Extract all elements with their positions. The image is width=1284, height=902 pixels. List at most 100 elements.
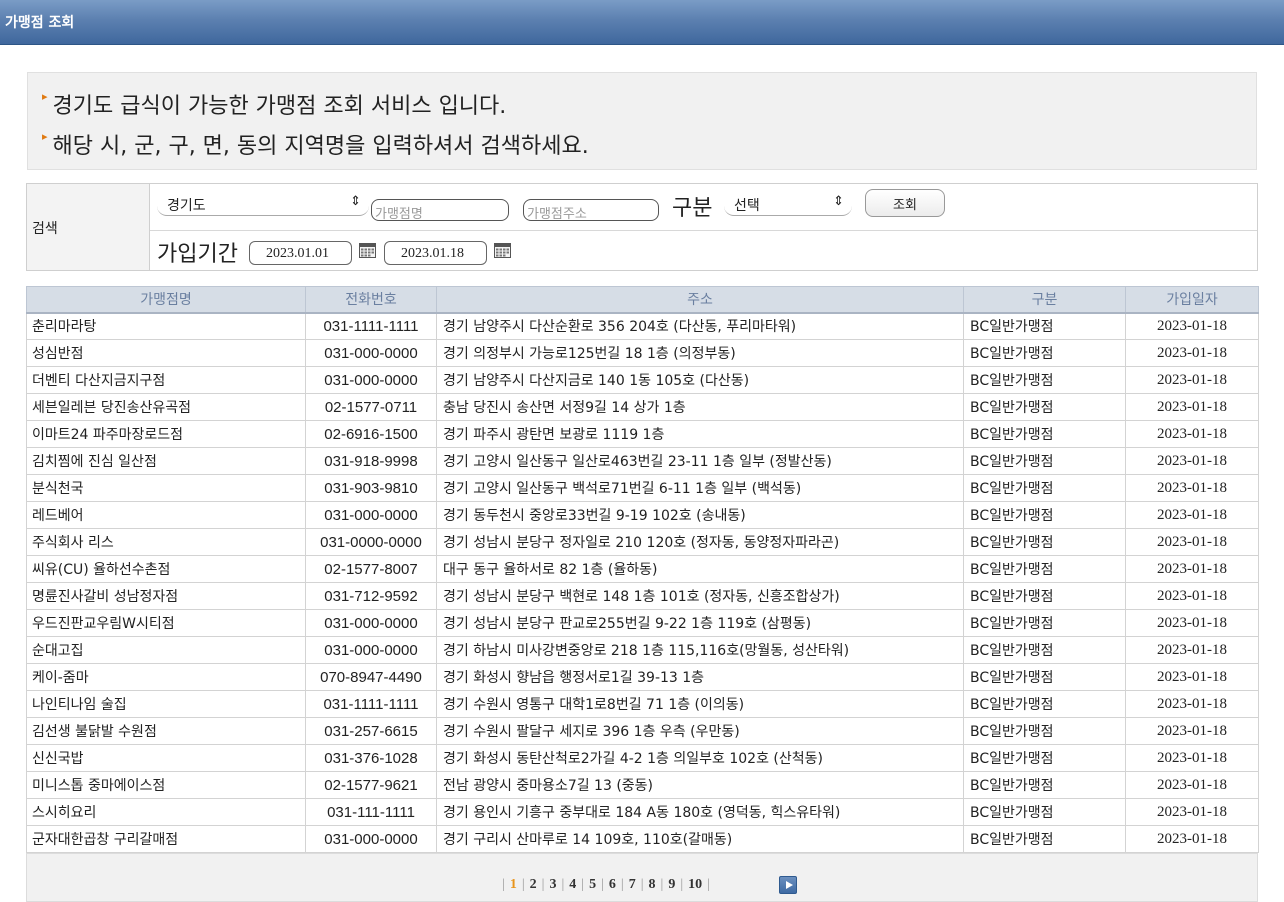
phone-cell: 070-8947-4490: [305, 663, 437, 691]
phone-cell: 031-257-6615: [305, 717, 437, 745]
table-row[interactable]: 김치찜에 진심 일산점 031-918-9998 경기 고양시 일산동구 일산로46…: [26, 447, 1259, 475]
join-date-cell: 2023-01-18: [1125, 663, 1259, 691]
table-row[interactable]: 분식천국 031-903-9810 경기 고양시 일산동구 백석로71번길 6-11…: [26, 474, 1259, 502]
period-label: 가입기간: [157, 242, 238, 267]
category-select[interactable]: 선택 ⇕: [724, 192, 852, 216]
table-row[interactable]: 순대고집 031-000-0000 경기 하남시 미사강변중앙로 218 1층 11…: [26, 636, 1259, 664]
address-cell: 경기 수원시 팔달구 세지로 396 1층 우측 (우만동): [436, 717, 964, 745]
calendar-icon[interactable]: [359, 243, 376, 258]
category-cell: BC일반가맹점: [963, 528, 1126, 556]
store-name-cell: 분식천국: [26, 474, 306, 502]
address-cell: 경기 하남시 미사강변중앙로 218 1층 115,116호(망월동, 성산타워…: [436, 636, 964, 664]
page-link-7[interactable]: 7: [629, 877, 636, 892]
table-row[interactable]: 성심반점 031-000-0000 경기 의정부시 가능로125번길 18 1층 (…: [26, 339, 1259, 367]
select-arrows-icon: ⇕: [833, 194, 844, 209]
table-row[interactable]: 세븐일레븐 당진송산유곡점 02-1577-0711 충남 당진시 송산면 서정9길…: [26, 393, 1259, 421]
table-row[interactable]: 김선생 불닭발 수원점 031-257-6615 경기 수원시 팔달구 세지로 39…: [26, 717, 1259, 745]
address-cell: 경기 동두천시 중앙로33번길 9-19 102호 (송내동): [436, 501, 964, 529]
table-row[interactable]: 더벤티 다산지금지구점 031-000-0000 경기 남양주시 다산지금로 140…: [26, 366, 1259, 394]
join-date-cell: 2023-01-18: [1125, 555, 1259, 583]
address-cell: 전남 광양시 중마용소7길 13 (중동): [436, 771, 964, 799]
page-link-1[interactable]: 1: [510, 877, 517, 892]
category-cell: BC일반가맹점: [963, 366, 1126, 394]
date-from-input[interactable]: 2023.01.01: [249, 241, 352, 265]
page-separator: |: [707, 877, 710, 892]
table-row[interactable]: 스시히요리 031-111-1111 경기 용인시 기흥구 중부대로 184 A동 …: [26, 798, 1259, 826]
page-link-3[interactable]: 3: [549, 877, 556, 892]
page-link-9[interactable]: 9: [668, 877, 675, 892]
title-bar: 가맹점 조회: [0, 0, 1284, 45]
bullet-icon: ▸: [42, 90, 48, 103]
phone-cell: 031-376-1028: [305, 744, 437, 772]
phone-cell: 031-000-0000: [305, 636, 437, 664]
address-cell: 경기 화성시 향남읍 행정서로1길 39-13 1층: [436, 663, 964, 691]
page-link-4[interactable]: 4: [569, 877, 576, 892]
store-address-input[interactable]: 가맹점주소: [523, 199, 659, 222]
table-row[interactable]: 춘리마라탕 031-1111-1111 경기 남양주시 다산순환로 356 204호…: [26, 312, 1259, 340]
page-list: | 1 | 2 | 3 | 4 | 5 | 6 | 7 | 8 | 9 | 10 |: [497, 877, 715, 893]
address-cell: 경기 파주시 광탄면 보광로 1119 1층: [436, 420, 964, 448]
phone-cell: 02-1577-8007: [305, 555, 437, 583]
join-date-cell: 2023-01-18: [1125, 366, 1259, 394]
table-row[interactable]: 레드베어 031-000-0000 경기 동두천시 중앙로33번길 9-19 102…: [26, 501, 1259, 529]
window-title: 가맹점 조회: [5, 15, 75, 31]
table-header-row: 가맹점명 전화번호 주소 구분 가입일자: [26, 286, 1259, 314]
region-select[interactable]: 경기도 ⇕: [157, 192, 369, 216]
category-cell: BC일반가맹점: [963, 501, 1126, 529]
page-separator: |: [660, 877, 664, 892]
table-row[interactable]: 명륜진사갈비 성남정자점 031-712-9592 경기 성남시 분당구 백현로 1…: [26, 582, 1259, 610]
page-link-10[interactable]: 10: [688, 877, 702, 892]
notice-line-2: ▸ 해당 시, 군, 구, 면, 동의 지역명을 입력하셔서 검색하세요.: [42, 130, 589, 159]
table-row[interactable]: 미니스톱 중마에이스점 02-1577-9621 전남 광양시 중마용소7길 13 …: [26, 771, 1259, 799]
search-label-cell: 검색: [27, 184, 150, 270]
table-row[interactable]: 케이-줌마 070-8947-4490 경기 화성시 향남읍 행정서로1길 39-1…: [26, 663, 1259, 691]
search-button[interactable]: 조회: [865, 189, 945, 217]
address-cell: 경기 남양주시 다산순환로 356 204호 (다산동, 푸리마타워): [436, 312, 964, 340]
category-cell: BC일반가맹점: [963, 555, 1126, 583]
join-date-cell: 2023-01-18: [1125, 636, 1259, 664]
table-row[interactable]: 주식회사 리스 031-0000-0000 경기 성남시 분당구 정자일로 210 …: [26, 528, 1259, 556]
join-date-cell: 2023-01-18: [1125, 339, 1259, 367]
phone-cell: 031-000-0000: [305, 825, 437, 853]
date-to-input[interactable]: 2023.01.18: [384, 241, 487, 265]
table-row[interactable]: 군자대한곱창 구리갈매점 031-000-0000 경기 구리시 산마루로 14 1…: [26, 825, 1259, 853]
category-cell: BC일반가맹점: [963, 609, 1126, 637]
notice-line-1: ▸ 경기도 급식이 가능한 가맹점 조회 서비스 입니다.: [42, 90, 507, 119]
header-category: 구분: [963, 286, 1126, 314]
store-name-input[interactable]: 가맹점명: [371, 199, 509, 222]
page-separator: |: [581, 877, 585, 892]
table-row[interactable]: 이마트24 파주마장로드점 02-6916-1500 경기 파주시 광탄면 보광로 …: [26, 420, 1259, 448]
table-row[interactable]: 나인티나임 술집 031-1111-1111 경기 수원시 영통구 대학1로8번길 …: [26, 690, 1259, 718]
join-date-cell: 2023-01-18: [1125, 690, 1259, 718]
table-row[interactable]: 씨유(CU) 율하선수촌점 02-1577-8007 대구 동구 율하서로 82 1…: [26, 555, 1259, 583]
calendar-icon[interactable]: [494, 243, 511, 258]
phone-cell: 02-1577-9621: [305, 771, 437, 799]
header-join-date: 가입일자: [1125, 286, 1259, 314]
table-row[interactable]: 우드진판교우림W시티점 031-000-0000 경기 성남시 분당구 판교로255…: [26, 609, 1259, 637]
join-date-cell: 2023-01-18: [1125, 609, 1259, 637]
page-link-2[interactable]: 2: [530, 877, 537, 892]
store-name-cell: 케이-줌마: [26, 663, 306, 691]
store-name-cell: 춘리마라탕: [26, 312, 306, 340]
page-link-8[interactable]: 8: [649, 877, 656, 892]
page-separator: |: [502, 877, 505, 892]
category-label: 구분: [672, 196, 713, 221]
page-link-5[interactable]: 5: [589, 877, 596, 892]
store-name-cell: 세븐일레븐 당진송산유곡점: [26, 393, 306, 421]
table-row[interactable]: 신신국밥 031-376-1028 경기 화성시 동탄산척로2가길 4-2 1층 의…: [26, 744, 1259, 772]
address-cell: 충남 당진시 송산면 서정9길 14 상가 1층: [436, 393, 964, 421]
phone-cell: 02-6916-1500: [305, 420, 437, 448]
store-name-cell: 군자대한곱창 구리갈매점: [26, 825, 306, 853]
address-cell: 경기 고양시 일산동구 일산로463번길 23-11 1층 일부 (정발산동): [436, 447, 964, 475]
phone-cell: 031-712-9592: [305, 582, 437, 610]
join-date-cell: 2023-01-18: [1125, 825, 1259, 853]
category-select-value: 선택: [734, 198, 760, 214]
address-cell: 경기 구리시 산마루로 14 109호, 110호(갈매동): [436, 825, 964, 853]
store-name-cell: 레드베어: [26, 501, 306, 529]
phone-cell: 031-1111-1111: [305, 690, 437, 718]
next-page-button[interactable]: [779, 876, 797, 894]
phone-cell: 031-000-0000: [305, 366, 437, 394]
join-date-cell: 2023-01-18: [1125, 312, 1259, 340]
page-link-6[interactable]: 6: [609, 877, 616, 892]
store-name-cell: 김선생 불닭발 수원점: [26, 717, 306, 745]
